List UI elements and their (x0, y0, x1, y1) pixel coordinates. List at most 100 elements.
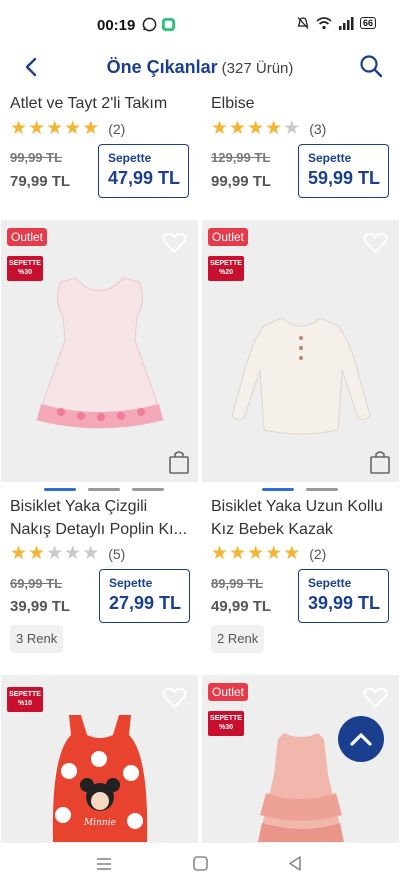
price: 99,99 TL (211, 173, 272, 190)
basket-price-box: Sepette 47,99 TL (98, 144, 189, 198)
discount-badge: SEPETTE %30 (7, 256, 43, 281)
heart-icon[interactable] (363, 232, 388, 254)
price: 79,99 TL (10, 173, 71, 190)
system-nav-bar (0, 842, 400, 888)
review-count: (2) (108, 120, 126, 137)
image-carousel-dots (44, 488, 164, 491)
shopping-bag-icon[interactable] (168, 450, 190, 474)
carousel-dot[interactable] (132, 488, 164, 491)
star-icon: ★ (265, 543, 283, 564)
basket-label: Sepette (109, 576, 153, 590)
basket-price-box: Sepette 39,99 TL (298, 569, 389, 623)
star-icon: ★ (229, 118, 247, 139)
product-image[interactable]: Outlet SEPETTE %30 (1, 220, 198, 482)
basket-price: 27,99 TL (109, 593, 182, 613)
product-image[interactable]: Minnie SEPETTE %10 (1, 675, 198, 842)
star-icon: ★ (10, 118, 28, 139)
discount-badge: SEPETTE %30 (208, 711, 244, 736)
price: 49,99 TL (211, 598, 272, 615)
old-price: 89,99 TL (211, 576, 264, 591)
discount-badge-value: %30 (218, 724, 233, 731)
product-name[interactable]: Bisiklet Yaka Uzun Kollu (211, 495, 400, 518)
wifi-icon (316, 17, 332, 30)
discount-badge: SEPETTE %20 (208, 256, 244, 281)
page-title-text: Öne Çıkanlar (106, 57, 218, 77)
product-name-line2[interactable]: Kız Bebek Kazak (211, 518, 400, 541)
product-card[interactable]: Bisiklet Yaka Çizgili Nakış Detaylı Popl… (10, 495, 207, 653)
shopping-bag-icon[interactable] (369, 450, 391, 474)
star-icon: ★ (283, 118, 301, 139)
product-card[interactable]: Atlet ve Tayt 2'li Takım ★ ★ ★ ★ ★ (2) 99,99… (10, 92, 207, 198)
app-header: Öne Çıkanlar (327 Ürün) (0, 48, 400, 86)
chevron-up-icon (350, 733, 372, 746)
discount-badge: SEPETTE %10 (7, 687, 43, 712)
star-icon: ★ (283, 543, 301, 564)
back-triangle-icon[interactable] (288, 856, 302, 871)
star-icon: ★ (211, 118, 229, 139)
star-icon: ★ (10, 543, 28, 564)
product-name-line2[interactable]: Nakış Detaylı Poplin Kı... (10, 518, 207, 541)
search-button[interactable] (356, 51, 386, 81)
discount-badge-value: %30 (17, 269, 32, 276)
signal-icon (338, 16, 354, 30)
outlet-badge: Outlet (208, 228, 249, 246)
rating-stars: ★ ★ ★ ★ ★ (2) (10, 119, 207, 138)
product-image[interactable]: Outlet SEPETTE %20 (202, 220, 399, 482)
image-carousel-dots (262, 488, 338, 491)
product-name[interactable]: Atlet ve Tayt 2'li Takım (10, 92, 207, 115)
product-count: (327 Ürün) (221, 60, 294, 77)
review-count: (2) (309, 545, 327, 562)
product-card[interactable]: Elbise ★ ★ ★ ★ ★ (3) 129,99 TL 99,99 TL Sepe… (211, 92, 400, 198)
basket-label: Sepette (108, 151, 152, 165)
old-price: 129,99 TL (211, 150, 271, 165)
figure-text: Minnie (83, 818, 116, 828)
basket-price: 59,99 TL (308, 168, 381, 188)
carousel-dot[interactable] (306, 488, 338, 491)
battery-icon: 66 (359, 17, 376, 29)
star-icon: ★ (64, 543, 82, 564)
star-icon: ★ (46, 118, 64, 139)
outlet-badge: Outlet (7, 228, 48, 246)
outlet-badge: Outlet (208, 683, 249, 701)
mute-icon (297, 17, 309, 29)
star-icon: ★ (28, 543, 46, 564)
scroll-to-top-button[interactable] (338, 716, 384, 762)
recents-menu-icon[interactable] (96, 857, 112, 871)
review-count: (3) (309, 120, 327, 137)
carousel-dot[interactable] (44, 488, 76, 491)
product-card[interactable]: Bisiklet Yaka Uzun Kollu Kız Bebek Kazak… (211, 495, 400, 653)
color-count-chip[interactable]: 2 Renk (211, 625, 265, 653)
rating-stars: ★ ★ ★ ★ ★ (5) (10, 544, 207, 563)
home-icon[interactable] (193, 856, 208, 871)
chat-app-icon (161, 17, 176, 32)
discount-badge-label: SEPETTE (9, 260, 41, 267)
status-time: 00:19 (97, 17, 136, 34)
heart-icon[interactable] (162, 232, 187, 254)
old-price: 99,99 TL (10, 150, 63, 165)
basket-price-box: Sepette 27,99 TL (99, 569, 190, 623)
product-name[interactable]: Bisiklet Yaka Çizgili (10, 495, 207, 518)
star-icon: ★ (229, 543, 247, 564)
color-count-chip[interactable]: 3 Renk (10, 625, 64, 653)
star-icon: ★ (247, 118, 265, 139)
carousel-dot[interactable] (88, 488, 120, 491)
heart-icon[interactable] (162, 687, 187, 709)
star-icon: ★ (28, 118, 46, 139)
discount-badge-value: %20 (218, 269, 233, 276)
basket-price: 47,99 TL (108, 168, 181, 188)
rating-stars: ★ ★ ★ ★ ★ (3) (211, 119, 400, 138)
basket-label: Sepette (308, 576, 352, 590)
review-count: (5) (108, 545, 126, 562)
price: 39,99 TL (10, 598, 71, 615)
carousel-dot[interactable] (262, 488, 294, 491)
rating-stars: ★ ★ ★ ★ ★ (2) (211, 544, 400, 563)
star-icon: ★ (211, 543, 229, 564)
basket-price-box: Sepette 59,99 TL (298, 144, 389, 198)
star-icon: ★ (82, 118, 100, 139)
discount-badge-label: SEPETTE (9, 691, 41, 698)
status-bar: 00:19 66 (0, 0, 400, 48)
product-name[interactable]: Elbise (211, 92, 400, 115)
star-icon: ★ (265, 118, 283, 139)
heart-icon[interactable] (363, 687, 388, 709)
discount-badge-value: %10 (17, 700, 32, 707)
